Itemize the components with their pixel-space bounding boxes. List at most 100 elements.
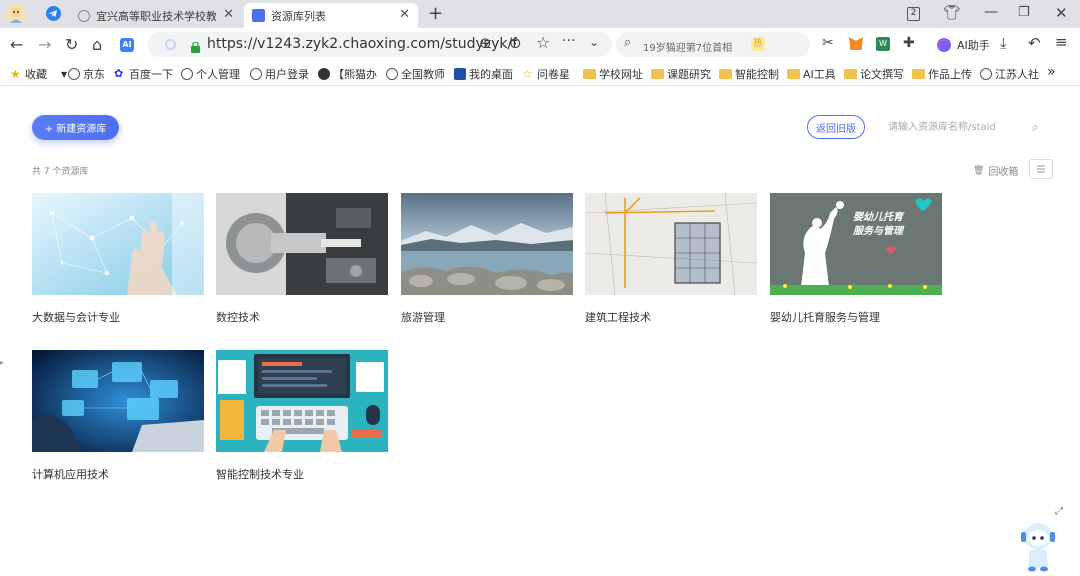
globe-icon	[68, 68, 80, 80]
tab-counter[interactable]: 2	[907, 7, 920, 21]
fox-extension-icon[interactable]	[849, 37, 863, 50]
bookmark-item[interactable]: 江苏人社	[980, 66, 1039, 82]
hot-icon: 热	[751, 37, 765, 51]
robot-assistant-icon[interactable]	[1018, 518, 1058, 572]
tab-school[interactable]: 宜兴高等职业技术学校教学许 ✕	[70, 3, 242, 28]
puzzle-icon[interactable]: ✚	[903, 35, 915, 51]
return-old-version-button[interactable]: 返回旧版	[807, 115, 865, 139]
extension-icon[interactable]: W	[876, 37, 890, 51]
expand-icon[interactable]: ⤢	[1055, 506, 1063, 517]
url-text[interactable]: https://v1243.zyk2.chaoxing.com/studyzyk…	[207, 36, 517, 52]
location-icon[interactable]: ⊙	[509, 34, 522, 52]
resource-title[interactable]: 计算机应用技术	[32, 466, 109, 482]
ai-assistant-label[interactable]: AI助手	[957, 37, 990, 53]
resource-title[interactable]: 智能控制技术专业	[216, 466, 304, 482]
globe-icon	[181, 68, 193, 80]
bookmark-item[interactable]: 智能控制	[719, 66, 779, 82]
bookmark-item[interactable]: 作品上传	[912, 66, 972, 82]
ai-assistant-icon[interactable]	[937, 38, 951, 52]
bookmark-item[interactable]: 用户登录	[250, 66, 309, 82]
reload-icon[interactable]: ↻	[65, 36, 78, 54]
paw-icon: ✿	[114, 67, 124, 80]
profile-avatar[interactable]	[6, 4, 26, 24]
url-bar[interactable]: https://v1243.zyk2.chaoxing.com/studyzyk…	[147, 32, 612, 57]
panda-icon	[318, 68, 330, 80]
bookmark-label: 【熊猫办	[333, 68, 377, 81]
back-icon[interactable]: ←	[10, 36, 23, 54]
bookmark-label: 个人管理	[196, 68, 240, 81]
bookmark-item[interactable]: ✿ 百度一下	[114, 66, 173, 82]
ai-badge-icon[interactable]: AI	[120, 38, 134, 52]
bookmark-item[interactable]: 课题研究	[651, 66, 711, 82]
bookmark-label: 问卷星	[537, 68, 570, 81]
bookmark-item[interactable]: 京东	[68, 66, 105, 82]
cover-infant-care[interactable]: 婴幼儿托育 服务与管理	[770, 193, 942, 295]
site-info-icon[interactable]	[165, 39, 176, 50]
folder-icon	[787, 69, 800, 79]
app-icon	[454, 68, 466, 80]
bookmark-item[interactable]: 【熊猫办	[318, 66, 379, 82]
resource-title[interactable]: 婴幼儿托育服务与管理	[770, 309, 880, 325]
cover-tourism[interactable]	[401, 193, 573, 295]
cover-construction[interactable]	[585, 193, 757, 295]
star-outline-icon: ☆	[522, 67, 533, 81]
site-favicon-icon	[252, 9, 265, 22]
home-icon[interactable]: ⌂	[92, 36, 102, 54]
cover-text-line-2: 服务与管理	[853, 226, 903, 237]
bookmarks-more-icon[interactable]: »	[1047, 64, 1056, 80]
recycle-bin-link[interactable]: 🗑︎ 回收箱	[973, 163, 1019, 179]
cover-text-line-1: 婴幼儿托育	[853, 212, 903, 223]
more-icon[interactable]: ···	[562, 33, 575, 49]
cover-computer[interactable]	[32, 350, 204, 452]
zoom-icon[interactable]: ⊕	[479, 34, 492, 52]
bookmark-label: 百度一下	[129, 68, 173, 81]
telegram-icon[interactable]	[46, 6, 61, 21]
search-suggestion[interactable]: 19岁猫迎第7位首相	[643, 39, 732, 54]
folder-icon	[844, 69, 857, 79]
restore-icon[interactable]: ❐	[1018, 5, 1030, 20]
resource-title[interactable]: 大数据与会计专业	[32, 309, 120, 325]
left-expand-icon[interactable]: ▸	[0, 358, 4, 367]
menu-icon[interactable]: ≡	[1055, 33, 1068, 51]
bookmark-label: 智能控制	[735, 68, 779, 81]
new-resource-library-button[interactable]: + 新建资源库	[32, 115, 119, 140]
view-toggle-button[interactable]	[1029, 159, 1053, 179]
resource-search-input[interactable]	[876, 115, 1054, 139]
bookmark-item[interactable]: AI工具	[787, 66, 836, 82]
scissors-icon[interactable]: ✂	[822, 35, 834, 51]
new-tab-button[interactable]: +	[428, 3, 443, 24]
cover-cnc[interactable]	[216, 193, 388, 295]
star-icon: ★	[10, 67, 21, 81]
bookmark-label: 论文撰写	[860, 68, 904, 81]
resource-title[interactable]: 数控技术	[216, 309, 260, 325]
bookmark-star-icon[interactable]: ☆	[536, 33, 550, 52]
shirt-icon[interactable]: 👕︎	[943, 5, 961, 21]
bookmarks-bar: ★ 收藏 ▼ 京东 ✿ 百度一下 个人管理 用户登录 【熊猫办 全国教师 我的桌面 ☆…	[0, 62, 1080, 86]
chevron-down-icon: ▼	[61, 69, 68, 79]
search-box[interactable]: ⌕ 19岁猫迎第7位首相 热	[616, 32, 810, 57]
bookmark-item[interactable]: 论文撰写	[844, 66, 904, 82]
bookmark-item[interactable]: 学校网址	[583, 66, 643, 82]
undo-icon[interactable]: ↶	[1028, 34, 1041, 52]
recycle-bin-label: 回收箱	[988, 167, 1019, 178]
bookmark-item[interactable]: 个人管理	[181, 66, 240, 82]
chevron-down-icon[interactable]: ⌄	[589, 35, 599, 49]
address-bar: ← → ↻ ⌂ AI https://v1243.zyk2.chaoxing.c…	[0, 28, 1080, 62]
resource-title[interactable]: 建筑工程技术	[585, 309, 651, 325]
cover-intelligent-control[interactable]	[216, 350, 388, 452]
forward-icon[interactable]: →	[38, 36, 51, 54]
bookmark-item[interactable]: 全国教师	[386, 66, 445, 82]
close-icon[interactable]: ✕	[223, 7, 234, 22]
bookmark-item[interactable]: 我的桌面	[454, 66, 513, 82]
close-window-icon[interactable]: ✕	[1055, 4, 1068, 22]
cover-big-data[interactable]	[32, 193, 204, 295]
search-icon[interactable]: ⌕	[1032, 120, 1039, 135]
bookmark-label: 收藏	[25, 68, 47, 81]
close-icon[interactable]: ✕	[399, 7, 410, 22]
tab-resource-list[interactable]: 资源库列表 ✕	[244, 3, 418, 28]
resource-title[interactable]: 旅游管理	[401, 309, 445, 325]
bookmark-item[interactable]: ☆ 问卷星	[522, 66, 570, 82]
download-icon[interactable]: ⤓	[1000, 34, 1007, 52]
minimize-icon[interactable]: —	[984, 4, 998, 20]
bookmark-item[interactable]: ★ 收藏 ▼	[10, 66, 67, 82]
